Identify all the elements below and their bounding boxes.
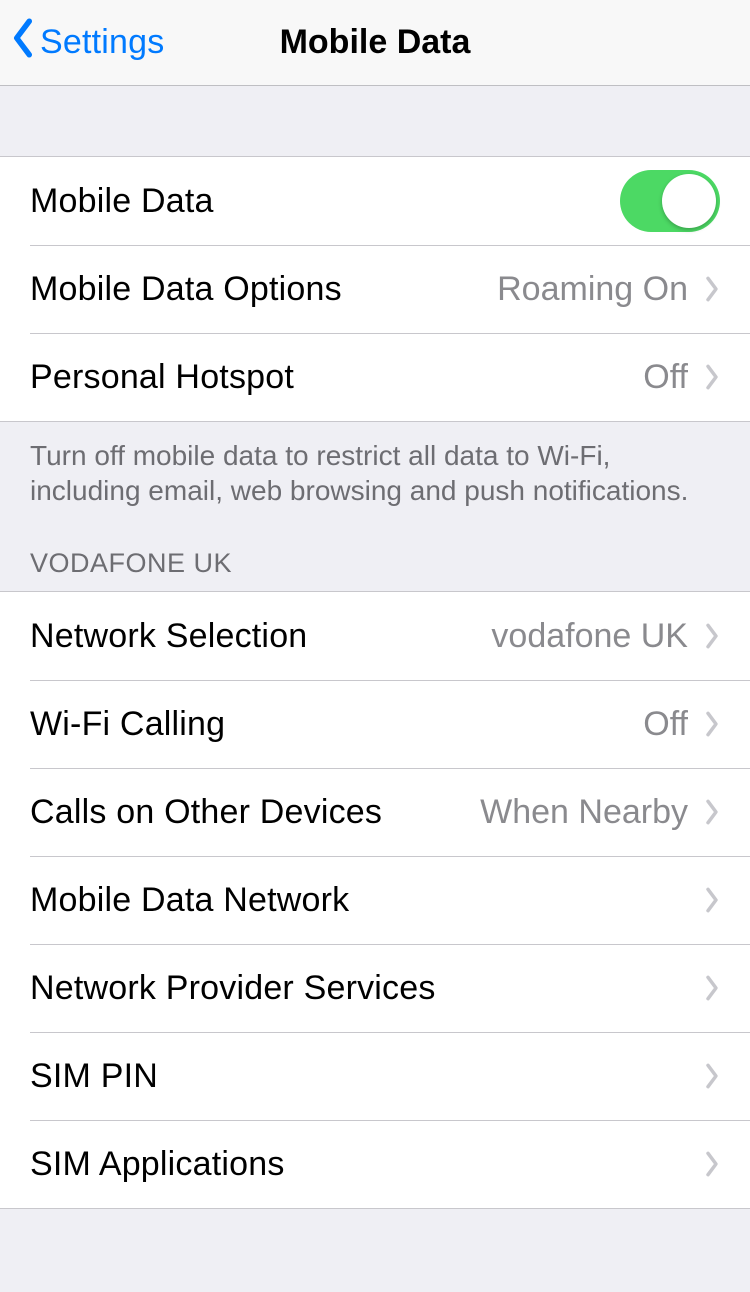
row-network-selection[interactable]: Network Selection vodafone UK	[0, 592, 750, 680]
row-sim-pin[interactable]: SIM PIN	[0, 1032, 750, 1120]
network-selection-value: vodafone UK	[491, 617, 688, 656]
back-label: Settings	[40, 23, 164, 62]
network-provider-services-label: Network Provider Services	[30, 969, 704, 1008]
mobile-data-label: Mobile Data	[30, 182, 620, 221]
chevron-right-icon	[704, 886, 720, 914]
group-carrier: Network Selection vodafone UK Wi-Fi Call…	[0, 591, 750, 1209]
chevron-right-icon	[704, 974, 720, 1002]
group-mobile-data: Mobile Data Mobile Data Options Roaming …	[0, 156, 750, 422]
row-mobile-data-options[interactable]: Mobile Data Options Roaming On	[0, 245, 750, 333]
mobile-data-toggle[interactable]	[620, 170, 720, 232]
sim-applications-label: SIM Applications	[30, 1145, 704, 1184]
row-calls-other-devices[interactable]: Calls on Other Devices When Nearby	[0, 768, 750, 856]
row-network-provider-services[interactable]: Network Provider Services	[0, 944, 750, 1032]
mobile-data-network-label: Mobile Data Network	[30, 881, 704, 920]
chevron-right-icon	[704, 710, 720, 738]
mobile-data-options-value: Roaming On	[497, 270, 688, 309]
wifi-calling-label: Wi-Fi Calling	[30, 705, 643, 744]
sim-pin-label: SIM PIN	[30, 1057, 704, 1096]
mobile-data-options-label: Mobile Data Options	[30, 270, 497, 309]
chevron-left-icon	[10, 17, 36, 68]
personal-hotspot-value: Off	[643, 358, 688, 397]
network-selection-label: Network Selection	[30, 617, 491, 656]
chevron-right-icon	[704, 275, 720, 303]
row-mobile-data-network[interactable]: Mobile Data Network	[0, 856, 750, 944]
navigation-bar: Settings Mobile Data	[0, 0, 750, 86]
carrier-section-header: VODAFONE UK	[0, 508, 750, 591]
row-wifi-calling[interactable]: Wi-Fi Calling Off	[0, 680, 750, 768]
chevron-right-icon	[704, 1150, 720, 1178]
calls-other-devices-value: When Nearby	[480, 793, 688, 832]
chevron-right-icon	[704, 1062, 720, 1090]
row-mobile-data-toggle[interactable]: Mobile Data	[0, 157, 750, 245]
chevron-right-icon	[704, 363, 720, 391]
row-sim-applications[interactable]: SIM Applications	[0, 1120, 750, 1208]
spacer	[0, 86, 750, 156]
back-button[interactable]: Settings	[10, 0, 164, 85]
mobile-data-footer: Turn off mobile data to restrict all dat…	[0, 422, 750, 508]
personal-hotspot-label: Personal Hotspot	[30, 358, 643, 397]
chevron-right-icon	[704, 622, 720, 650]
calls-other-devices-label: Calls on Other Devices	[30, 793, 480, 832]
chevron-right-icon	[704, 798, 720, 826]
row-personal-hotspot[interactable]: Personal Hotspot Off	[0, 333, 750, 421]
wifi-calling-value: Off	[643, 705, 688, 744]
